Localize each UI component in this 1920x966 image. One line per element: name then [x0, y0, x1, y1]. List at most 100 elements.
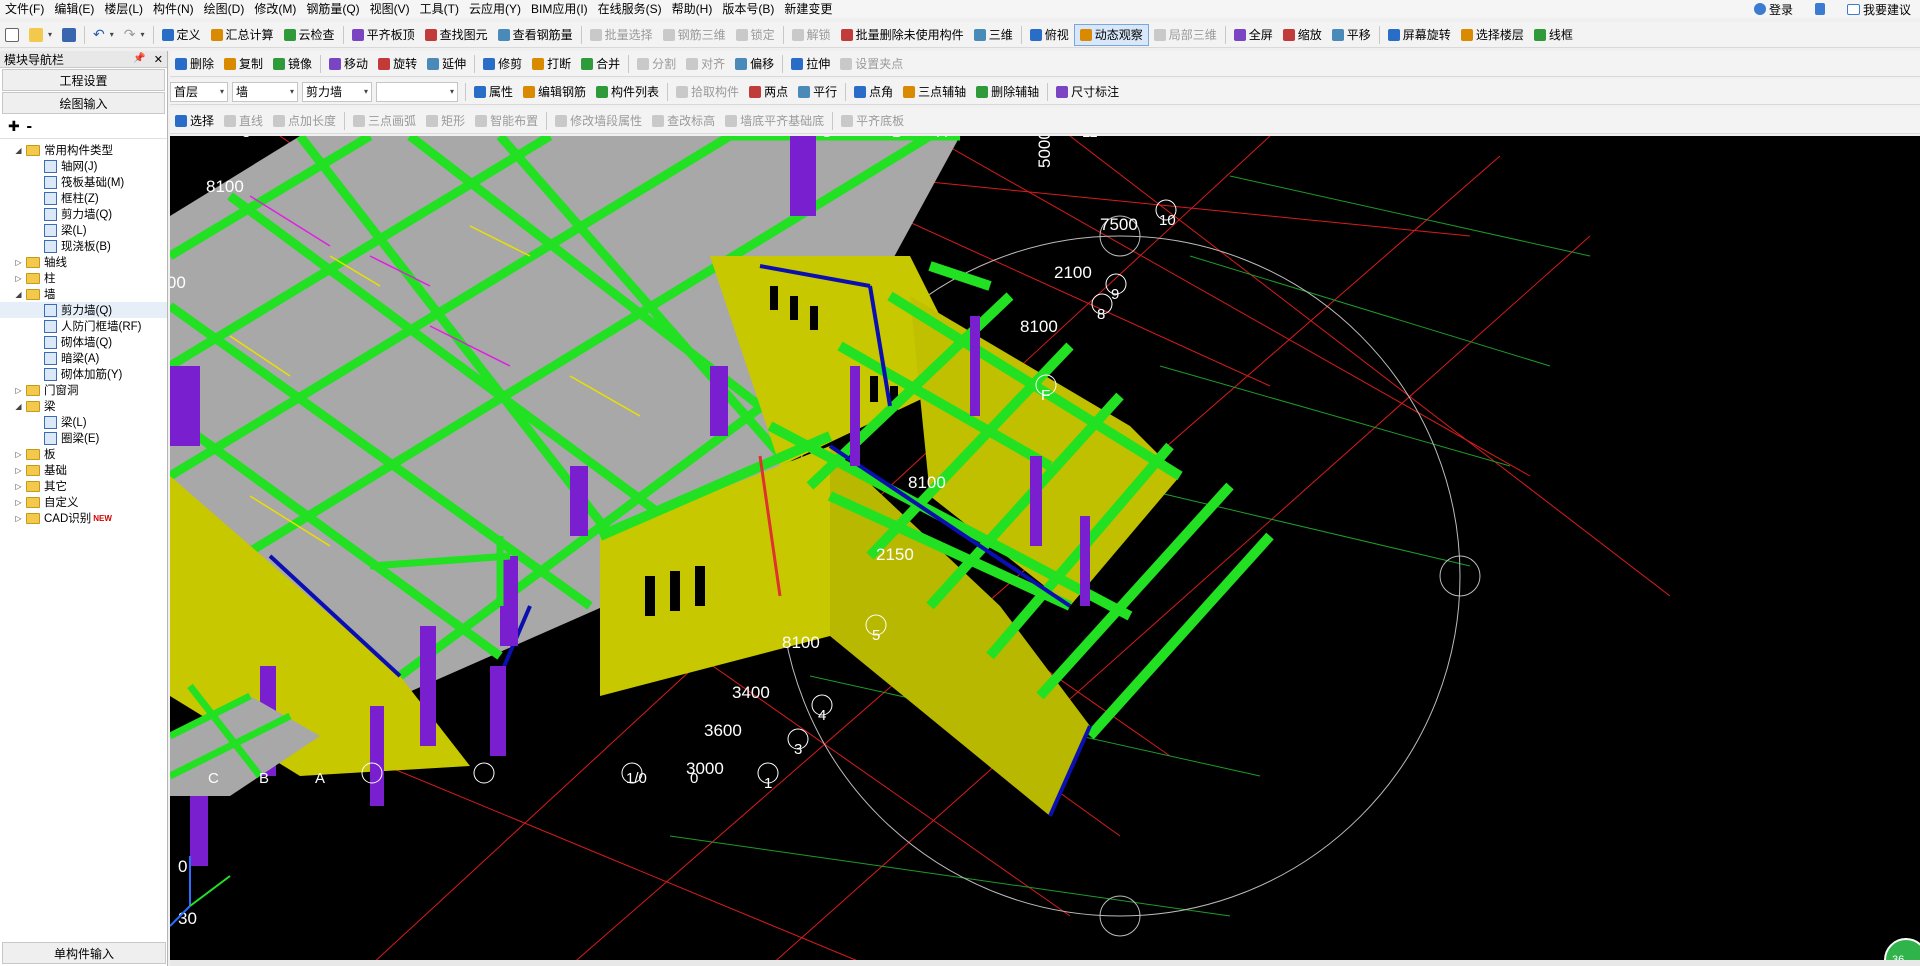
toolbar-button[interactable]: 延伸: [422, 53, 471, 75]
toolbar-button[interactable]: 拾取构件: [671, 81, 744, 103]
menu-item[interactable]: 编辑(E): [49, 0, 99, 18]
menu-item[interactable]: 新建变更: [779, 0, 837, 18]
project-settings-button[interactable]: 工程设置: [2, 69, 165, 91]
expander-icon[interactable]: ▷: [14, 482, 23, 491]
menu-item[interactable]: 修改(M): [249, 0, 301, 18]
toolbar-button[interactable]: 查改标高: [647, 110, 720, 132]
toolbar-button[interactable]: 钢筋三维: [658, 24, 731, 46]
toolbar-button[interactable]: 批量选择: [585, 24, 658, 46]
model-canvas[interactable]: 8765431CBA111098FDCBA1/00810081005000750…: [170, 136, 1920, 966]
expander-icon[interactable]: ▷: [14, 514, 23, 523]
toolbar-button[interactable]: 编辑钢筋: [518, 81, 591, 103]
tree-folder[interactable]: ▷ 门窗洞: [0, 382, 167, 398]
expander-icon[interactable]: ◢: [14, 290, 23, 299]
menu-item[interactable]: 绘图(D): [199, 0, 250, 18]
undo-button[interactable]: ↶ ▾: [88, 24, 119, 46]
expand-all-icon[interactable]: ✚: [8, 118, 20, 135]
toolbar-button[interactable]: 对齐: [681, 53, 730, 75]
menu-item[interactable]: 版本号(B): [717, 0, 779, 18]
tree-folder[interactable]: ▷ 柱: [0, 270, 167, 286]
tree-item[interactable]: 现浇板(B): [0, 238, 167, 254]
tree-item[interactable]: 暗梁(A): [0, 350, 167, 366]
toolbar-button[interactable]: 删除: [170, 53, 219, 75]
toolbar-button[interactable]: 批量删除未使用构件: [836, 24, 969, 46]
save-button[interactable]: [57, 24, 81, 46]
tree-item[interactable]: 框柱(Z): [0, 190, 167, 206]
toolbar-button[interactable]: 直线: [219, 110, 268, 132]
menu-item[interactable]: 视图(V): [365, 0, 415, 18]
tree-item[interactable]: 剪力墙(Q): [0, 302, 167, 318]
expander-icon[interactable]: ▷: [14, 450, 23, 459]
open-file-button[interactable]: ▾: [24, 24, 57, 46]
redo-button[interactable]: ↷ ▾: [119, 24, 150, 46]
toolbar-button[interactable]: 平行: [793, 81, 842, 103]
tree-item[interactable]: 梁(L): [0, 414, 167, 430]
tree-item[interactable]: 轴网(J): [0, 158, 167, 174]
expander-icon[interactable]: ▷: [14, 386, 23, 395]
toolbar-button[interactable]: 俯视: [1025, 24, 1074, 46]
tree-folder[interactable]: ◢ 常用构件类型: [0, 142, 167, 158]
menu-item[interactable]: 钢筋量(Q): [301, 0, 364, 18]
toolbar-button[interactable]: 三点辅轴: [898, 81, 971, 103]
toolbar-button[interactable]: 动态观察: [1073, 23, 1149, 46]
login-link[interactable]: 登录: [1749, 0, 1798, 20]
toolbar-button[interactable]: 复制: [219, 53, 268, 75]
menu-item[interactable]: 构件(N): [148, 0, 199, 18]
toolbar-button[interactable]: 汇总计算: [206, 24, 279, 46]
toolbar-button[interactable]: 移动: [324, 53, 373, 75]
3d-viewport[interactable]: 8765431CBA111098FDCBA1/00810081005000750…: [170, 136, 1920, 966]
tree-item[interactable]: 圈梁(E): [0, 430, 167, 446]
single-component-input-button[interactable]: 单构件输入: [2, 942, 166, 964]
tree-folder[interactable]: ◢ 墙: [0, 286, 167, 302]
toolbar-button[interactable]: 设置夹点: [835, 53, 908, 75]
component-name-select[interactable]: ▾: [376, 81, 458, 102]
pin-icon[interactable]: 📌: [133, 53, 145, 66]
toolbar-button[interactable]: 构件列表: [591, 81, 664, 103]
tree-item[interactable]: 砌体墙(Q): [0, 334, 167, 350]
toolbar-button[interactable]: 偏移: [730, 53, 779, 75]
toolbar-button[interactable]: 矩形: [421, 110, 470, 132]
toolbar-button[interactable]: 拉伸: [786, 53, 835, 75]
tree-item[interactable]: 砌体加筋(Y): [0, 366, 167, 382]
toolbar-button[interactable]: 定义: [157, 24, 206, 46]
menu-item[interactable]: 楼层(L): [99, 0, 148, 18]
toolbar-button[interactable]: 解锁: [787, 24, 836, 46]
toolbar-button[interactable]: 修改墙段属性: [550, 110, 647, 132]
toolbar-button[interactable]: 修剪: [478, 53, 527, 75]
toolbar-button[interactable]: 平齐底板: [836, 110, 909, 132]
toolbar-button[interactable]: 智能布置: [470, 110, 543, 132]
tree-folder[interactable]: ▷ 基础: [0, 462, 167, 478]
new-file-button[interactable]: [0, 24, 24, 46]
menu-item[interactable]: 在线服务(S): [593, 0, 667, 18]
notify-button[interactable]: [1810, 0, 1830, 20]
toolbar-button[interactable]: 两点: [744, 81, 793, 103]
toolbar-button[interactable]: 局部三维: [1149, 24, 1222, 46]
expander-icon[interactable]: ▷: [14, 466, 23, 475]
tree-item[interactable]: 剪力墙(Q): [0, 206, 167, 222]
toolbar-button[interactable]: 查看钢筋量: [493, 24, 578, 46]
component-type-select[interactable]: 剪力墙 ▾: [302, 81, 372, 102]
menu-item[interactable]: BIM应用(I): [526, 0, 593, 18]
toolbar-button[interactable]: 尺寸标注: [1051, 81, 1124, 103]
menu-item[interactable]: 工具(T): [415, 0, 464, 18]
suggest-link[interactable]: 我要建议: [1842, 0, 1916, 20]
close-icon[interactable]: ✕: [154, 53, 163, 66]
expander-icon[interactable]: ▷: [14, 498, 23, 507]
toolbar-button[interactable]: 平齐板顶: [347, 24, 420, 46]
menu-item[interactable]: 帮助(H): [667, 0, 718, 18]
toolbar-button[interactable]: 镜像: [268, 53, 317, 75]
toolbar-button[interactable]: 线框: [1529, 24, 1578, 46]
toolbar-button[interactable]: 全屏: [1229, 24, 1278, 46]
category-select[interactable]: 墙 ▾: [232, 81, 298, 102]
toolbar-button[interactable]: 三维: [969, 24, 1018, 46]
toolbar-button[interactable]: 选择: [170, 110, 219, 132]
toolbar-button[interactable]: 查找图元: [420, 24, 493, 46]
collapse-all-icon[interactable]: ⁃: [26, 118, 33, 135]
toolbar-button[interactable]: 点角: [849, 81, 898, 103]
toolbar-button[interactable]: 打断: [527, 53, 576, 75]
menu-item[interactable]: 文件(F): [0, 0, 49, 18]
tree-folder[interactable]: ▷ 板: [0, 446, 167, 462]
floor-select[interactable]: 首层 ▾: [170, 81, 228, 102]
expander-icon[interactable]: ◢: [14, 146, 23, 155]
toolbar-button[interactable]: 分割: [632, 53, 681, 75]
